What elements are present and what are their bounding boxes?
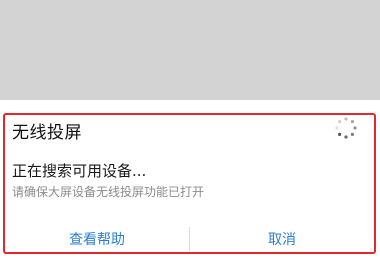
view-help-button[interactable]: 查看帮助: [5, 226, 189, 252]
searching-status-text: 正在搜索可用设备...: [12, 162, 147, 180]
dimmed-backdrop: [0, 0, 380, 100]
loading-spinner-icon: [335, 117, 357, 139]
hint-text: 请确保大屏设备无线投屏功能已打开: [12, 185, 205, 199]
cancel-button[interactable]: 取消: [190, 226, 374, 252]
dialog-actions: 查看帮助 取消: [5, 226, 374, 252]
dialog-title: 无线投屏: [12, 123, 82, 143]
